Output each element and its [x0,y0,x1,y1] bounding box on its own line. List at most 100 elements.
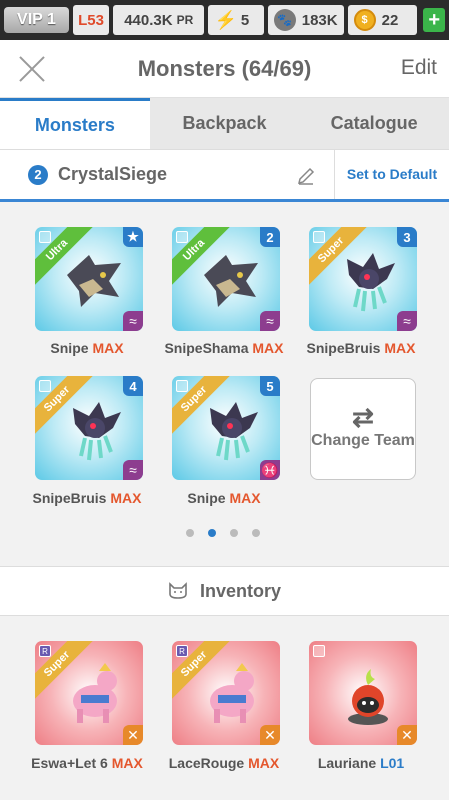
info-icon [176,231,188,243]
fighter-element-icon: ✕ [397,725,417,745]
page-dot[interactable] [230,529,238,537]
page-dot-active[interactable] [208,529,216,537]
monster-name: SnipeShama [164,340,249,356]
monster-status: MAX [110,490,142,506]
food-value: 183K [301,11,338,29]
gold-value: 22 [381,11,399,29]
water-element-icon: ≈ [123,311,143,331]
slot-badge: 2 [260,227,280,247]
page-header: Monsters (64/69) Edit [0,40,449,98]
info-icon [313,645,325,657]
fighter-element-icon: ✕ [123,725,143,745]
gold-counter: $ 22 [347,5,418,35]
food-counter: 🐾 183K [267,5,344,35]
team-monster-card[interactable]: Super 4 ≈ [35,376,143,480]
page-title: Monsters (64/69) [137,55,312,81]
inventory-monster-card[interactable]: Super R ✕ [35,641,143,745]
team-monster-card[interactable]: Ultra 2 ≈ [172,227,280,331]
inventory-header: Inventory [0,566,449,616]
coin-icon: $ [353,9,376,31]
monster-bomb-image [348,669,388,725]
info-icon [176,380,188,392]
swap-arrows-icon: ⇄ [352,402,374,432]
power-value: 440.3K [124,11,173,29]
energy-counter: ⚡ 5 [208,5,264,35]
team-name: CrystalSiege [58,164,168,184]
team-number-badge: 2 [28,164,48,185]
monster-shark-image [204,255,258,307]
slot-badge: 3 [397,227,417,247]
info-icon [39,380,51,392]
pisces-element-icon: ♓ [260,460,280,480]
set-default-button[interactable]: Set to Default [334,150,449,199]
monster-status: MAX [111,755,143,771]
monster-label: SnipeShama MAX [154,340,294,356]
slot-badge: 5 [260,376,280,396]
water-element-icon: ≈ [260,311,280,331]
monster-status: MAX [92,340,124,356]
add-gold-button[interactable]: + [423,8,445,32]
cat-icon [169,582,187,599]
monster-squid-image [73,402,121,461]
rare-icon: R [176,645,188,657]
team-monster-card[interactable]: Super 3 ≈ [309,227,417,331]
status-bar: VIP 1 L53 440.3K PR ⚡ 5 🐾 183K $ 22 + [0,0,449,40]
tab-backpack[interactable]: Backpack [150,98,300,149]
close-icon[interactable] [18,54,46,82]
monster-name: Lauriane [317,755,377,771]
lightning-icon: ⚡ [214,9,237,30]
power-unit: PR [176,13,194,27]
team-selector: 2 CrystalSiege Set to Default [0,150,449,202]
monster-name: Snipe [187,490,226,506]
inventory-monster-card[interactable]: Super R ✕ [172,641,280,745]
water-element-icon: ≈ [397,311,417,331]
tab-monsters[interactable]: Monsters [0,98,150,149]
monster-name: SnipeBruis [32,490,107,506]
monster-status: MAX [248,755,280,771]
player-level: L53 [72,5,110,35]
change-team-label: Change Team [311,432,415,449]
edit-button[interactable]: Edit [401,56,437,80]
team-monster-card[interactable]: Ultra ★ ≈ [35,227,143,331]
monster-shark-image [67,255,121,307]
monster-status: MAX [252,340,284,356]
info-icon [39,231,51,243]
change-team-button[interactable]: ⇄ Change Team [310,378,416,480]
monster-squid-image [210,402,258,461]
page-indicator [186,529,260,537]
energy-value: 5 [240,11,250,29]
monster-name: Snipe [50,340,89,356]
monster-llama-image [210,663,254,723]
pencil-icon[interactable] [296,166,316,186]
monster-label: SnipeBruis MAX [17,490,157,506]
monster-level: L01 [380,755,405,771]
slot-badge: ★ [123,227,143,247]
power-rating: 440.3K PR [113,5,205,35]
monster-squid-image [347,253,395,312]
monster-label: Lauriane L01 [291,755,431,771]
info-icon [313,231,325,243]
tab-bar: Monsters Backpack Catalogue [0,98,449,150]
slot-badge: 4 [123,376,143,396]
monster-name: SnipeBruis [306,340,381,356]
monster-name: Eswa+Let 6 [31,755,108,771]
monster-label: Snipe MAX [17,340,157,356]
inventory-monster-card[interactable]: ✕ [309,641,417,745]
team-monster-card[interactable]: Super 5 ♓ [172,376,280,480]
monster-label: Snipe MAX [154,490,294,506]
vip-badge[interactable]: VIP 1 [4,7,69,33]
tab-catalogue[interactable]: Catalogue [299,98,449,149]
water-element-icon: ≈ [123,460,143,480]
monster-label: Eswa+Let 6 MAX [17,755,157,771]
inventory-title: Inventory [199,580,282,601]
fighter-element-icon: ✕ [260,725,280,745]
page-dot[interactable] [252,529,260,537]
page-dot[interactable] [186,529,194,537]
monster-llama-image [73,663,117,723]
monster-name: LaceRouge [168,755,245,771]
monster-label: SnipeBruis MAX [291,340,431,356]
monster-label: LaceRouge MAX [154,755,294,771]
monster-status: MAX [384,340,416,356]
rare-icon: R [39,645,51,657]
monster-status: MAX [229,490,261,506]
